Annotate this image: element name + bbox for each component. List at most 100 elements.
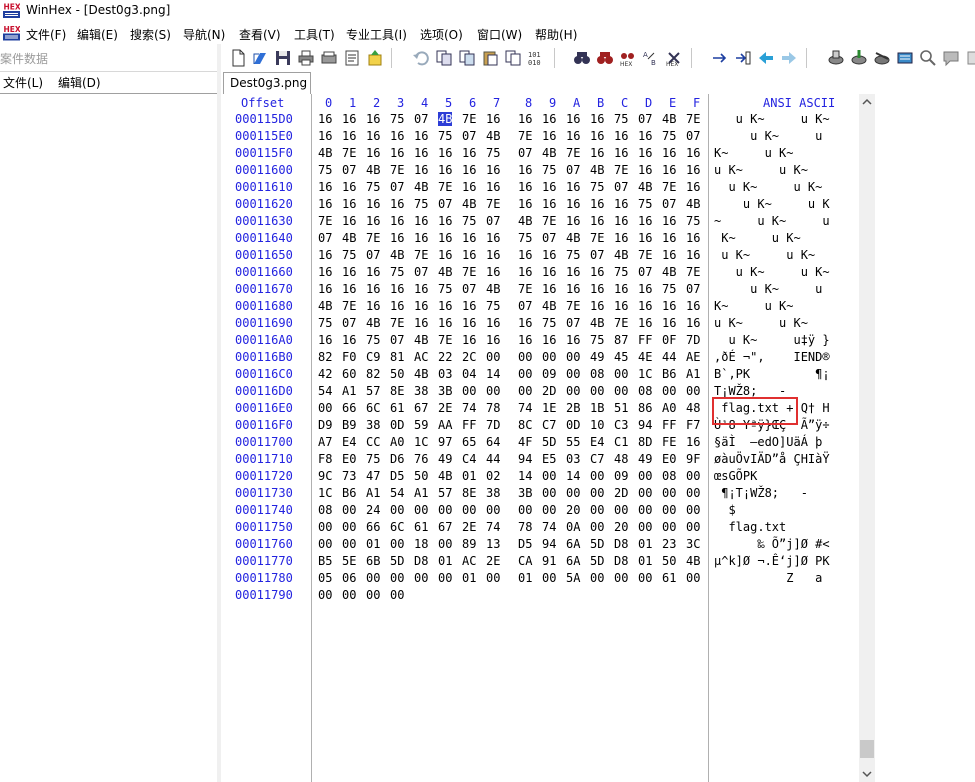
hex-byte[interactable]: 16 (486, 231, 500, 245)
hex-byte[interactable]: 16 (614, 231, 628, 245)
ascii-text[interactable]: œsGÕPK (714, 469, 830, 483)
hex-byte[interactable]: 74 (486, 520, 500, 534)
offset-cell[interactable]: 00011730 (235, 486, 293, 500)
hex-byte[interactable]: 4B (462, 197, 476, 211)
hex-byte[interactable]: 00 (566, 350, 580, 364)
calculator-icon[interactable] (896, 49, 914, 67)
hex-byte[interactable]: 44 (486, 452, 500, 466)
menu-item[interactable]: 帮助(H) (535, 26, 577, 43)
hex-byte[interactable]: AC (414, 350, 428, 364)
hex-byte[interactable]: 16 (342, 265, 356, 279)
hex-byte[interactable]: 00 (438, 503, 452, 517)
hex-byte[interactable]: 47 (366, 469, 380, 483)
offset-cell[interactable]: 00011660 (235, 265, 293, 279)
undo-icon[interactable] (412, 49, 430, 67)
hex-byte[interactable]: 75 (542, 163, 556, 177)
hex-byte[interactable]: 13 (486, 537, 500, 551)
hex-byte[interactable]: 16 (614, 299, 628, 313)
hex-byte[interactable]: 16 (462, 231, 476, 245)
hex-byte[interactable]: 00 (518, 350, 532, 364)
hex-byte[interactable]: 7E (390, 316, 404, 330)
hex-byte[interactable]: 16 (390, 282, 404, 296)
hex-byte[interactable]: 06 (342, 571, 356, 585)
replace-text-icon[interactable]: HEX (619, 49, 637, 67)
hex-byte[interactable]: 8E (462, 486, 476, 500)
hex-byte[interactable]: 4B (566, 231, 580, 245)
hex-byte[interactable]: 4B (542, 299, 556, 313)
scroll-up-icon[interactable] (859, 94, 875, 110)
hex-byte[interactable]: 16 (518, 180, 532, 194)
hex-byte[interactable]: C3 (614, 418, 628, 432)
find-next-hex-icon[interactable]: HEX (665, 49, 683, 67)
ascii-text[interactable]: ~ u K~ u (714, 214, 830, 228)
hex-byte[interactable]: 75 (462, 214, 476, 228)
hex-byte[interactable]: FE (662, 435, 676, 449)
hex-byte[interactable]: 00 (486, 503, 500, 517)
tab-dest0g3-png[interactable]: Dest0g3.png (223, 72, 311, 94)
hex-byte[interactable]: 08 (638, 384, 652, 398)
hex-byte[interactable]: 00 (614, 571, 628, 585)
hex-byte[interactable]: 16 (566, 112, 580, 126)
offset-cell[interactable]: 00011710 (235, 452, 293, 466)
hex-byte[interactable]: 14 (518, 469, 532, 483)
hex-byte[interactable]: 16 (614, 282, 628, 296)
hex-byte[interactable]: C7 (590, 452, 604, 466)
hex-byte[interactable]: 16 (686, 248, 700, 262)
hex-byte[interactable]: 16 (366, 146, 380, 160)
hex-byte[interactable]: 4B (438, 112, 453, 126)
hex-byte[interactable]: 01 (518, 571, 532, 585)
hex-byte[interactable]: 6B (366, 554, 380, 568)
hex-byte[interactable]: 4B (686, 554, 700, 568)
hex-byte[interactable]: 48 (686, 401, 700, 415)
hex-byte[interactable]: 16 (686, 316, 700, 330)
hex-byte[interactable]: 75 (342, 248, 356, 262)
hex-byte[interactable]: 16 (686, 435, 700, 449)
hex-byte[interactable]: 07 (414, 112, 428, 126)
hex-byte[interactable]: 00 (318, 588, 332, 602)
hex-byte[interactable]: 7E (686, 112, 700, 126)
hex-byte[interactable]: 16 (542, 197, 556, 211)
hex-byte[interactable]: 16 (518, 163, 532, 177)
hex-byte[interactable]: 16 (462, 316, 476, 330)
hex-byte[interactable]: 07 (566, 163, 580, 177)
fill-block-icon[interactable]: 101010 (527, 49, 545, 67)
hex-byte[interactable]: 16 (566, 129, 580, 143)
hex-byte[interactable]: 08 (318, 503, 332, 517)
case-menu-item[interactable]: 文件(L) (3, 74, 43, 91)
hex-byte[interactable]: 16 (390, 197, 404, 211)
hex-byte[interactable]: 44 (662, 350, 676, 364)
hex-byte[interactable]: 00 (542, 469, 556, 483)
hex-byte[interactable]: 00 (686, 503, 700, 517)
hex-byte[interactable]: C7 (542, 418, 556, 432)
hex-byte[interactable]: 50 (390, 367, 404, 381)
hex-byte[interactable]: 07 (590, 248, 604, 262)
ascii-text[interactable]: K~ u K~ (714, 231, 830, 245)
hex-byte[interactable]: 38 (486, 486, 500, 500)
hex-byte[interactable]: 75 (614, 112, 628, 126)
hex-byte[interactable]: 67 (414, 401, 428, 415)
hex-byte[interactable]: 75 (390, 112, 404, 126)
hex-byte[interactable]: 38 (366, 418, 380, 432)
hex-byte[interactable]: 5D (542, 435, 556, 449)
hex-byte[interactable]: 16 (566, 214, 580, 228)
hex-byte[interactable]: 07 (462, 282, 476, 296)
hex-byte[interactable]: 00 (614, 384, 628, 398)
hex-byte[interactable]: 16 (462, 180, 476, 194)
hex-byte[interactable]: 16 (366, 197, 380, 211)
hex-byte[interactable]: 01 (462, 571, 476, 585)
hex-byte[interactable]: 4B (486, 129, 500, 143)
ascii-text[interactable]: u K~ u (714, 129, 830, 143)
hex-byte[interactable]: 00 (342, 537, 356, 551)
hex-byte[interactable]: 16 (638, 231, 652, 245)
hex-byte[interactable]: 0D (566, 418, 580, 432)
hex-byte[interactable]: 74 (462, 401, 476, 415)
hex-byte[interactable]: 16 (686, 299, 700, 313)
offset-cell[interactable]: 00011700 (235, 435, 293, 449)
new-file-icon[interactable] (229, 49, 247, 67)
open-file-icon[interactable] (251, 49, 269, 67)
hex-byte[interactable]: 2B (566, 401, 580, 415)
hex-byte[interactable]: 16 (614, 146, 628, 160)
hex-byte[interactable]: 7E (438, 333, 452, 347)
hex-byte[interactable]: 00 (318, 520, 332, 534)
hex-byte[interactable]: 67 (438, 520, 452, 534)
